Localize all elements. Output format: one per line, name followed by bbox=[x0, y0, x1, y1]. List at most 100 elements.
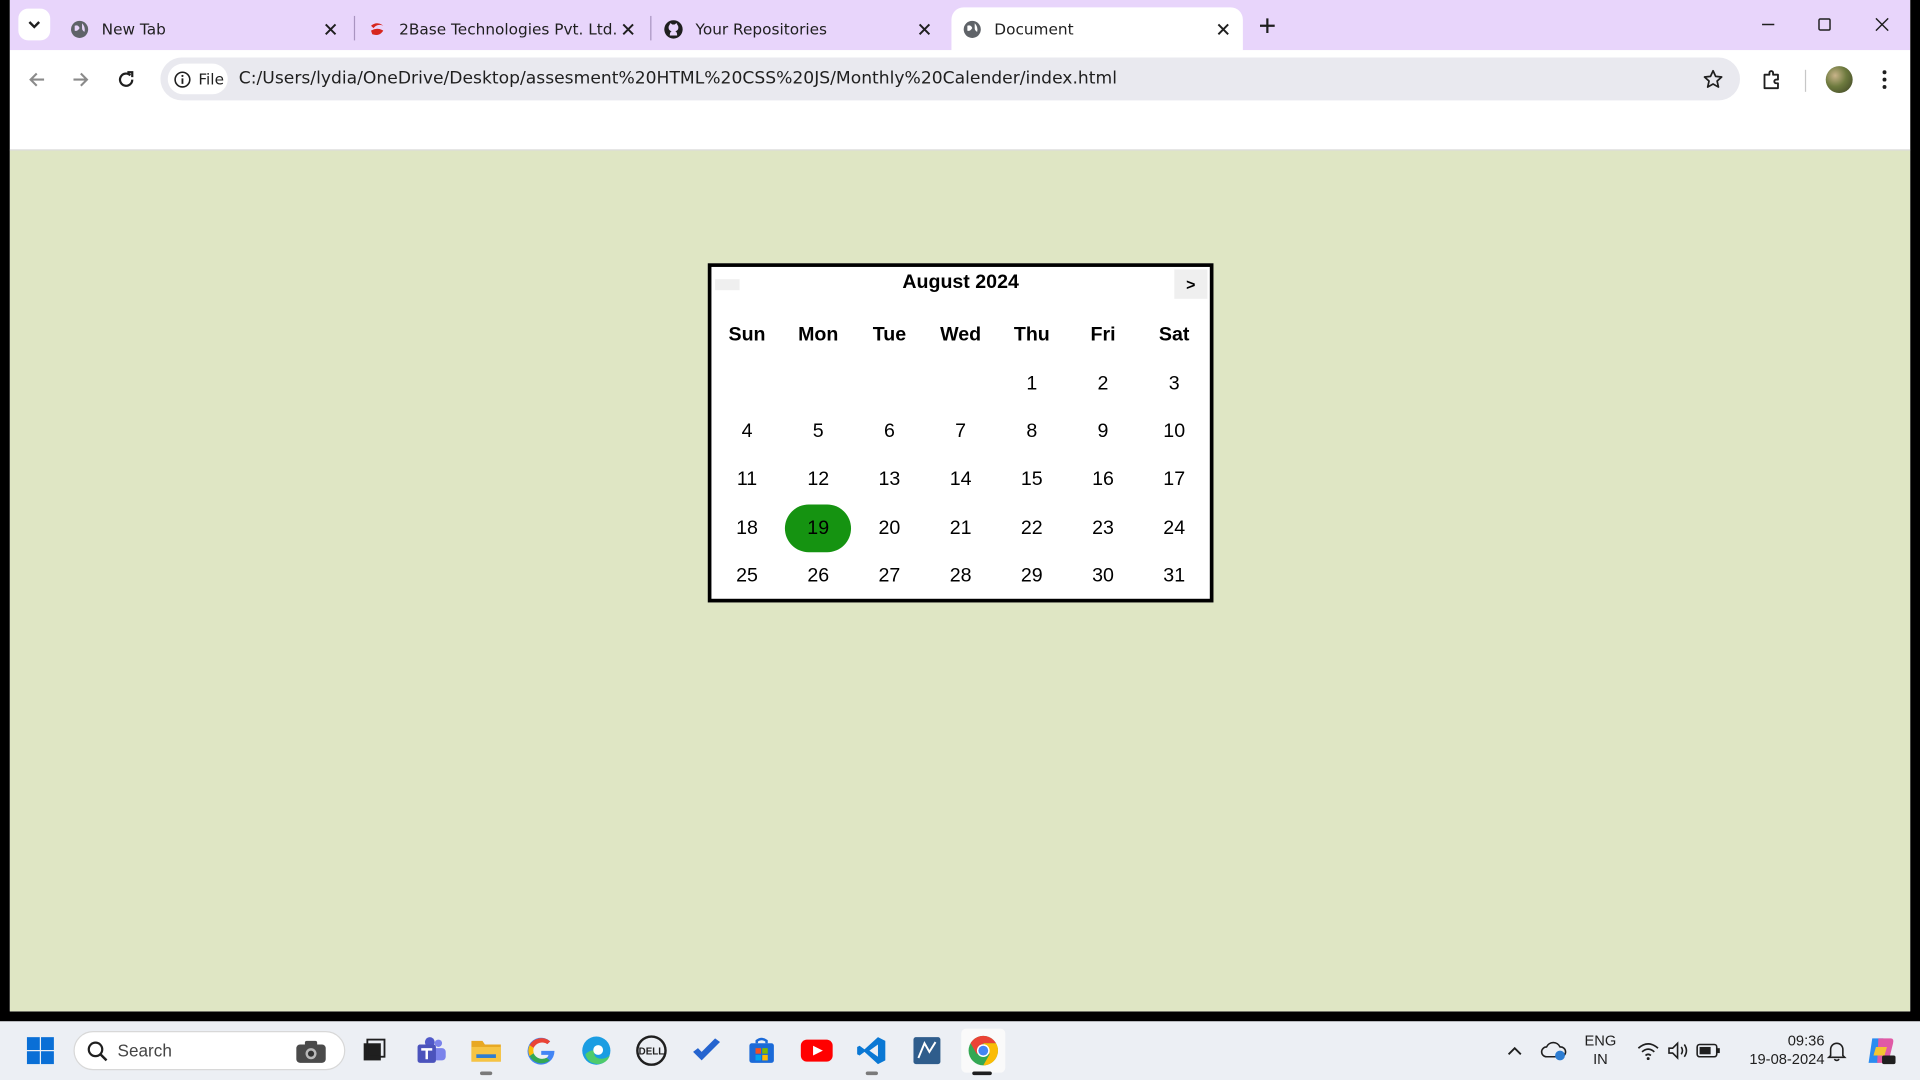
calendar-week-row: 18 19 20 21 22 23 24 bbox=[711, 504, 1210, 553]
next-month-button[interactable]: > bbox=[1174, 269, 1208, 299]
clock[interactable]: 09:36 19-08-2024 bbox=[1731, 1032, 1824, 1069]
close-tab-icon[interactable] bbox=[1211, 17, 1235, 41]
day-cell[interactable]: 4 bbox=[711, 408, 782, 456]
day-cell[interactable]: 1 bbox=[996, 360, 1067, 408]
onedrive-tray-button[interactable] bbox=[1536, 1032, 1573, 1069]
copilot-icon bbox=[1868, 1038, 1896, 1065]
language-indicator[interactable]: ENG IN bbox=[1580, 1032, 1622, 1069]
clock-date: 19-08-2024 bbox=[1749, 1050, 1825, 1068]
chrome-app[interactable] bbox=[961, 1028, 1006, 1073]
back-button[interactable] bbox=[20, 62, 54, 96]
close-tab-icon[interactable] bbox=[318, 17, 342, 41]
bookmark-star-icon[interactable] bbox=[1701, 67, 1725, 91]
arrow-right-icon bbox=[73, 72, 89, 87]
extensions-button[interactable] bbox=[1755, 62, 1789, 96]
copilot-button[interactable] bbox=[1862, 1032, 1899, 1069]
running-indicator bbox=[480, 1071, 493, 1076]
day-cell[interactable]: 18 bbox=[711, 504, 782, 552]
notifications-button[interactable] bbox=[1818, 1032, 1855, 1069]
day-cell[interactable]: 8 bbox=[996, 408, 1067, 456]
task-view-button[interactable] bbox=[355, 1032, 392, 1069]
close-icon bbox=[1875, 17, 1889, 32]
day-cell[interactable]: 10 bbox=[1139, 408, 1210, 456]
day-cell[interactable]: 26 bbox=[783, 552, 854, 600]
remote-app[interactable] bbox=[909, 1032, 946, 1069]
day-cell[interactable]: 16 bbox=[1067, 456, 1138, 504]
day-cell bbox=[711, 360, 782, 408]
start-button[interactable] bbox=[22, 1032, 59, 1069]
day-cell[interactable]: 9 bbox=[1067, 408, 1138, 456]
day-cell[interactable]: 24 bbox=[1139, 504, 1210, 552]
today-highlight: 19 bbox=[785, 504, 852, 553]
day-cell[interactable]: 5 bbox=[783, 408, 854, 456]
clock-time: 09:36 bbox=[1787, 1032, 1825, 1050]
day-cell[interactable]: 23 bbox=[1067, 504, 1138, 552]
day-cell[interactable]: 15 bbox=[996, 456, 1067, 504]
tab-search-button[interactable] bbox=[18, 8, 51, 41]
day-cell[interactable]: 29 bbox=[996, 552, 1067, 600]
page-content: August 2024 > Sun Mon Tue Wed Thu Fri Sa… bbox=[9, 150, 1911, 1012]
maximize-button[interactable] bbox=[1796, 7, 1852, 41]
vscode-app[interactable] bbox=[853, 1032, 890, 1069]
close-tab-icon[interactable] bbox=[912, 17, 936, 41]
tab-title: Document bbox=[994, 19, 1074, 38]
browser-menu-button[interactable] bbox=[1867, 62, 1901, 96]
day-cell[interactable]: 28 bbox=[925, 552, 996, 600]
edge-app[interactable] bbox=[578, 1032, 615, 1069]
site-info-label: File bbox=[198, 69, 224, 89]
show-hidden-icons-button[interactable] bbox=[1496, 1032, 1533, 1069]
weekday-label: Mon bbox=[798, 324, 839, 346]
language-code: ENG bbox=[1584, 1032, 1617, 1050]
day-cell[interactable]: 6 bbox=[854, 408, 925, 456]
profile-button[interactable] bbox=[1822, 62, 1856, 96]
wifi-icon bbox=[1637, 1043, 1659, 1061]
close-tab-icon[interactable] bbox=[616, 17, 640, 41]
google-app[interactable] bbox=[523, 1032, 560, 1069]
calendar: August 2024 > Sun Mon Tue Wed Thu Fri Sa… bbox=[707, 263, 1214, 603]
day-cell[interactable]: 17 bbox=[1139, 456, 1210, 504]
url-text[interactable]: C:/Users/lydia/OneDrive/Desktop/assesmen… bbox=[239, 69, 1117, 89]
day-cell[interactable]: 25 bbox=[711, 552, 782, 600]
store-app[interactable] bbox=[743, 1032, 780, 1069]
new-tab-button[interactable] bbox=[1254, 12, 1281, 39]
maximize-icon bbox=[1818, 18, 1831, 31]
day-cell[interactable]: 31 bbox=[1139, 552, 1210, 600]
tab-title: New Tab bbox=[101, 19, 166, 38]
close-window-button[interactable] bbox=[1854, 7, 1910, 41]
day-cell[interactable]: 20 bbox=[854, 504, 925, 552]
taskbar-search[interactable]: Search bbox=[73, 1031, 346, 1071]
tab-new-tab[interactable]: New Tab bbox=[59, 7, 350, 50]
app-tile-icon bbox=[913, 1037, 941, 1065]
day-cell[interactable]: 3 bbox=[1139, 360, 1210, 408]
today-day-cell[interactable]: 19 bbox=[783, 504, 854, 553]
tab-document[interactable]: Document bbox=[951, 7, 1243, 51]
dell-app[interactable]: DELL bbox=[633, 1032, 670, 1069]
address-bar[interactable]: File C:/Users/lydia/OneDrive/Desktop/ass… bbox=[160, 57, 1741, 101]
battery-button[interactable] bbox=[1690, 1032, 1727, 1069]
minimize-button[interactable] bbox=[1740, 7, 1796, 41]
reload-icon bbox=[118, 71, 134, 87]
reload-button[interactable] bbox=[109, 62, 143, 96]
tab-2base[interactable]: 2Base Technologies Pvt. Ltd. - J bbox=[356, 7, 647, 50]
puzzle-icon bbox=[1763, 70, 1779, 90]
day-cell[interactable]: 27 bbox=[854, 552, 925, 600]
day-cell[interactable]: 7 bbox=[925, 408, 996, 456]
day-cell[interactable]: 2 bbox=[1067, 360, 1138, 408]
calendar-week-row: 25 26 27 28 29 30 31 bbox=[711, 552, 1209, 600]
forward-button[interactable] bbox=[64, 62, 98, 96]
day-cell[interactable]: 12 bbox=[783, 456, 854, 504]
day-cell[interactable]: 30 bbox=[1067, 552, 1138, 600]
day-cell[interactable]: 11 bbox=[711, 456, 782, 504]
site-info-chip[interactable]: File bbox=[167, 63, 228, 95]
youtube-app[interactable] bbox=[798, 1032, 835, 1069]
vscode-icon bbox=[857, 1037, 886, 1065]
day-cell[interactable]: 21 bbox=[925, 504, 996, 552]
day-cell[interactable]: 22 bbox=[996, 504, 1067, 552]
day-cell[interactable]: 14 bbox=[925, 456, 996, 504]
file-explorer-app[interactable] bbox=[468, 1032, 505, 1069]
teams-app[interactable] bbox=[413, 1032, 450, 1069]
todo-app[interactable] bbox=[688, 1032, 725, 1069]
tab-your-repositories[interactable]: Your Repositories bbox=[653, 7, 944, 50]
day-cell[interactable]: 13 bbox=[854, 456, 925, 504]
youtube-icon bbox=[800, 1039, 833, 1062]
